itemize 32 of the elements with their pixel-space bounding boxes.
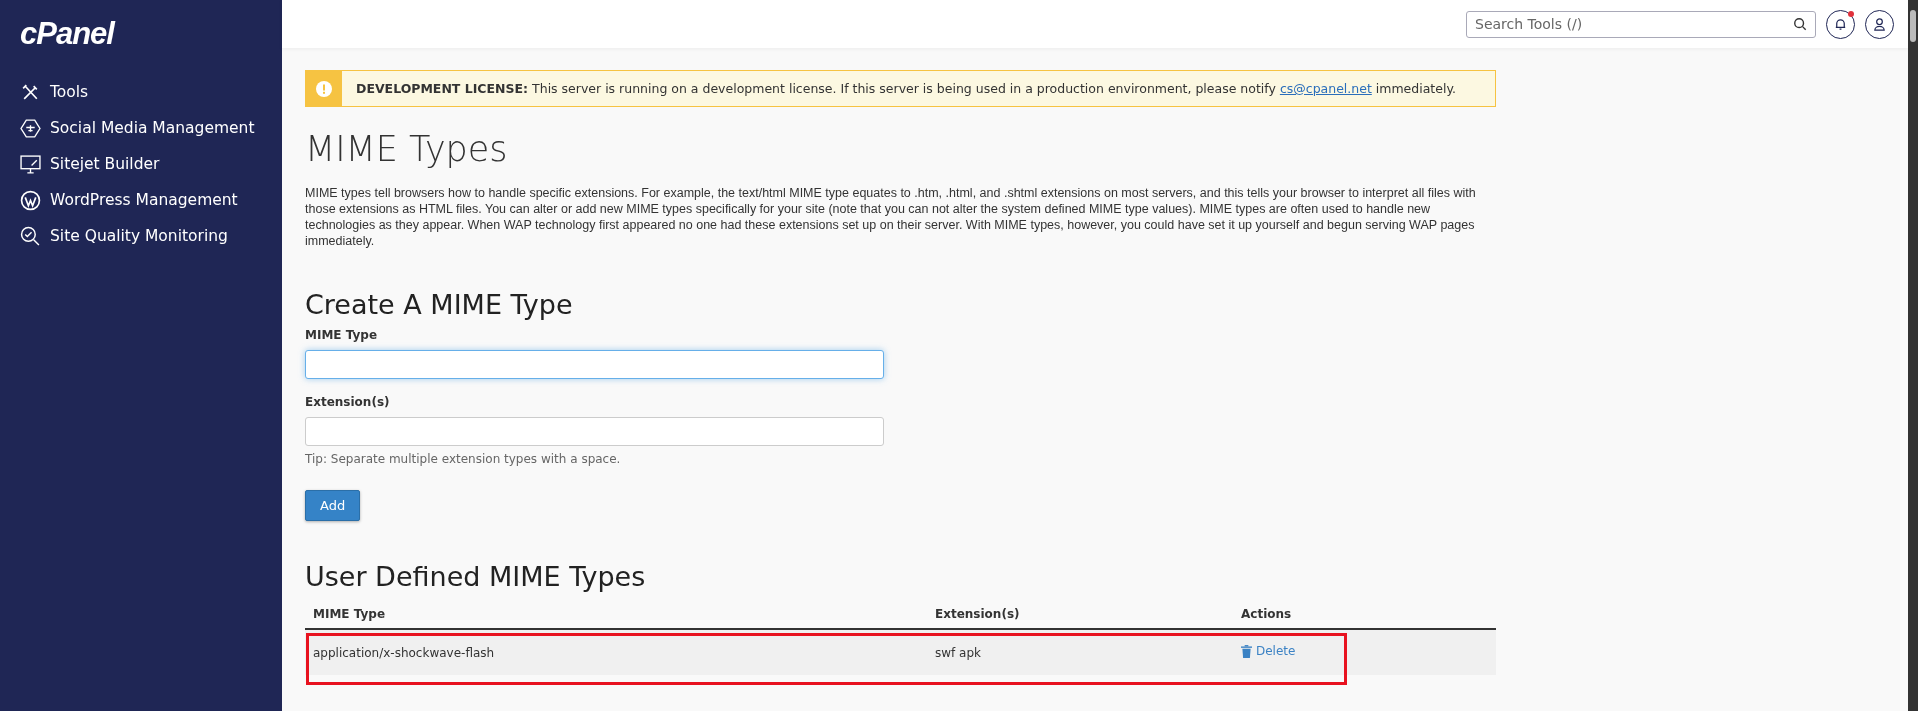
field-label: Extension(s) bbox=[305, 395, 391, 409]
sidebar-item[interactable]: Site Quality Monitoring bbox=[0, 218, 282, 254]
email-link[interactable]: cs@cpanel.net bbox=[1279, 81, 1372, 96]
license-message: DEVELOPMENT LICENSE: This server is running on a development license. If this server is being used in a production environment, please notify cs@cpanel.net immediately. bbox=[355, 81, 1457, 96]
trash-icon bbox=[1241, 644, 1252, 658]
field-label: MIME Type bbox=[305, 328, 379, 342]
sidebar-item[interactable]: Tools bbox=[0, 74, 282, 110]
hexagon-icon bbox=[20, 117, 41, 139]
section-heading: Create A MIME Type bbox=[305, 289, 574, 320]
description-text: MIME types tell browsers how to handle specific extensions. For example, the text/html MIME type equates to .htm, .html, and .shtml extensions on most servers, and this tells your browser to interpret all files with those extensions as HTML files. You can alter or add new MIME types specifically for your site (note that you can not alter the system defined MIME type values). MIME types are often used to handle new technologies as they appear. When WAP technology first appeared no one had these extensions set up on their server. With MIME types, however, you could have set it up yourself and begun serving WAP pages immediately. bbox=[305, 185, 1477, 249]
search-icon bbox=[1793, 16, 1807, 31]
cpanel-logo[interactable]: cPanel bbox=[0, 0, 282, 64]
notifications-button[interactable] bbox=[1826, 9, 1855, 39]
user-icon bbox=[1872, 16, 1887, 32]
monitor-icon bbox=[20, 153, 41, 175]
scrollbar[interactable] bbox=[1908, 0, 1918, 711]
delete-link[interactable]: Delete bbox=[1241, 644, 1296, 659]
section-heading: User Defined MIME Types bbox=[305, 561, 647, 592]
tip-text: Tip: Separate multiple extension types with a space. bbox=[305, 452, 622, 466]
sidebar-item[interactable]: Social Media Management bbox=[0, 110, 282, 146]
wordpress-icon bbox=[20, 189, 41, 211]
search-field[interactable]: Search Tools (/) bbox=[1466, 10, 1816, 38]
add-button[interactable]: Add bbox=[305, 490, 361, 521]
sidebar-item[interactable]: WordPress Management bbox=[0, 182, 282, 218]
input-field[interactable] bbox=[305, 417, 884, 446]
page-title: MIME Types bbox=[305, 129, 509, 169]
bell-icon bbox=[1833, 16, 1848, 32]
sidebar-item[interactable]: Sitejet Builder bbox=[0, 146, 282, 182]
user-button[interactable] bbox=[1865, 9, 1894, 39]
input-field[interactable] bbox=[305, 350, 884, 379]
warning-icon bbox=[316, 80, 332, 97]
magnifier-check-icon bbox=[20, 225, 41, 247]
